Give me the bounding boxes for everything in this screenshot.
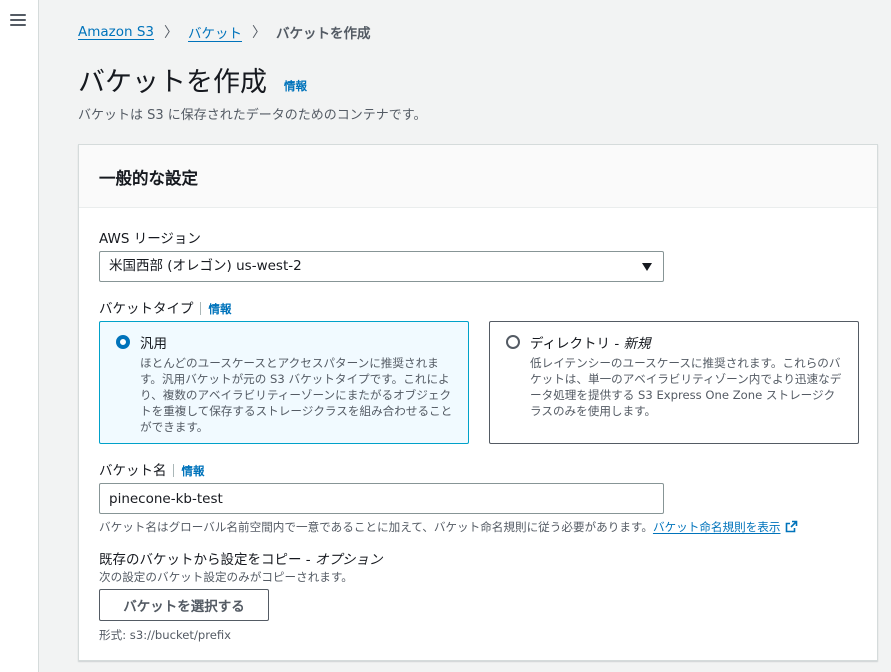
bucket-name-hint: バケット名はグローバル名前空間内で一意であることに加えて、バケット命名規則に従う…: [99, 519, 798, 535]
divider: [172, 464, 174, 477]
new-tag: 新規: [623, 336, 651, 352]
page-title: バケットを作成: [78, 67, 267, 98]
radio-selected-icon[interactable]: [116, 335, 130, 349]
region-select[interactable]: 米国西部 (オレゴン) us-west-2: [99, 251, 664, 282]
bucket-name-label-text: バケット名: [99, 463, 167, 479]
copy-settings-label: 既存のバケットから設定をコピー - オプション: [99, 548, 382, 568]
bucket-name-label: バケット名 情報: [99, 459, 205, 479]
general-settings-panel: 一般的な設定 AWS リージョン 米国西部 (オレゴン) us-west-2 バ…: [78, 144, 878, 661]
naming-rules-link[interactable]: バケット命名規則を表示: [653, 520, 781, 534]
external-link-icon[interactable]: [785, 520, 798, 533]
copy-settings-hint: 次の設定のバケット設定のみがコピーされます。: [99, 570, 353, 584]
caret-down-icon: [642, 263, 652, 271]
bucket-type-title: 汎用: [140, 336, 167, 352]
page-description: バケットは S3 に保存されたデータのためのコンテナです。: [78, 108, 427, 123]
radio-unselected-icon[interactable]: [506, 335, 520, 349]
choose-bucket-button[interactable]: バケットを選択する: [99, 589, 269, 621]
panel-header: 一般的な設定: [79, 145, 877, 208]
breadcrumb: Amazon S3 〉 バケット 〉 バケットを作成: [78, 22, 371, 42]
bucket-name-hint-text: バケット名はグローバル名前空間内で一意であることに加えて、バケット命名規則に従う…: [99, 520, 653, 534]
bucket-type-title-text: ディレクトリ -: [530, 336, 624, 352]
chevron-right-icon: 〉: [164, 25, 179, 41]
panel-title: 一般的な設定: [99, 169, 198, 188]
optional-tag: オプション: [314, 552, 383, 568]
region-label: AWS リージョン: [99, 231, 201, 247]
bucket-type-description: 低レイテンシーのユースケースに推奨されます。これらのバケットは、単一のアベイラビ…: [530, 356, 842, 418]
copy-settings-label-text: 既存のバケットから設定をコピー -: [99, 552, 315, 568]
bucket-type-label-text: バケットタイプ: [99, 301, 194, 317]
breadcrumb-buckets[interactable]: バケット: [188, 22, 242, 42]
bucket-type-title: ディレクトリ - 新規: [530, 332, 846, 352]
bucket-type-directory[interactable]: ディレクトリ - 新規 低レイテンシーのユースケースに推奨されます。これらのバケ…: [489, 321, 859, 444]
region-select-value: 米国西部 (オレゴン) us-west-2: [109, 258, 302, 274]
hamburger-menu-icon[interactable]: [10, 14, 26, 26]
chevron-right-icon: 〉: [252, 25, 267, 41]
bucket-type-general-purpose[interactable]: 汎用 ほとんどのユースケースとアクセスパターンに推奨されます。汎用バケットが元の…: [99, 321, 469, 444]
bucket-type-description: ほとんどのユースケースとアクセスパターンに推奨されます。汎用バケットが元の S3…: [140, 356, 453, 434]
breadcrumb-amazon-s3[interactable]: Amazon S3: [78, 24, 154, 40]
page-info-link[interactable]: 情報: [284, 78, 307, 94]
breadcrumb-current: バケットを作成: [276, 26, 371, 42]
bucket-type-label: バケットタイプ 情報: [99, 297, 232, 317]
bucket-type-info-link[interactable]: 情報: [209, 302, 232, 316]
bucket-name-info-link[interactable]: 情報: [182, 464, 205, 478]
bucket-name-input[interactable]: [99, 483, 664, 514]
format-hint: 形式: s3://bucket/prefix: [99, 628, 232, 642]
side-navigation-rail: [0, 0, 39, 672]
divider: [199, 302, 201, 315]
